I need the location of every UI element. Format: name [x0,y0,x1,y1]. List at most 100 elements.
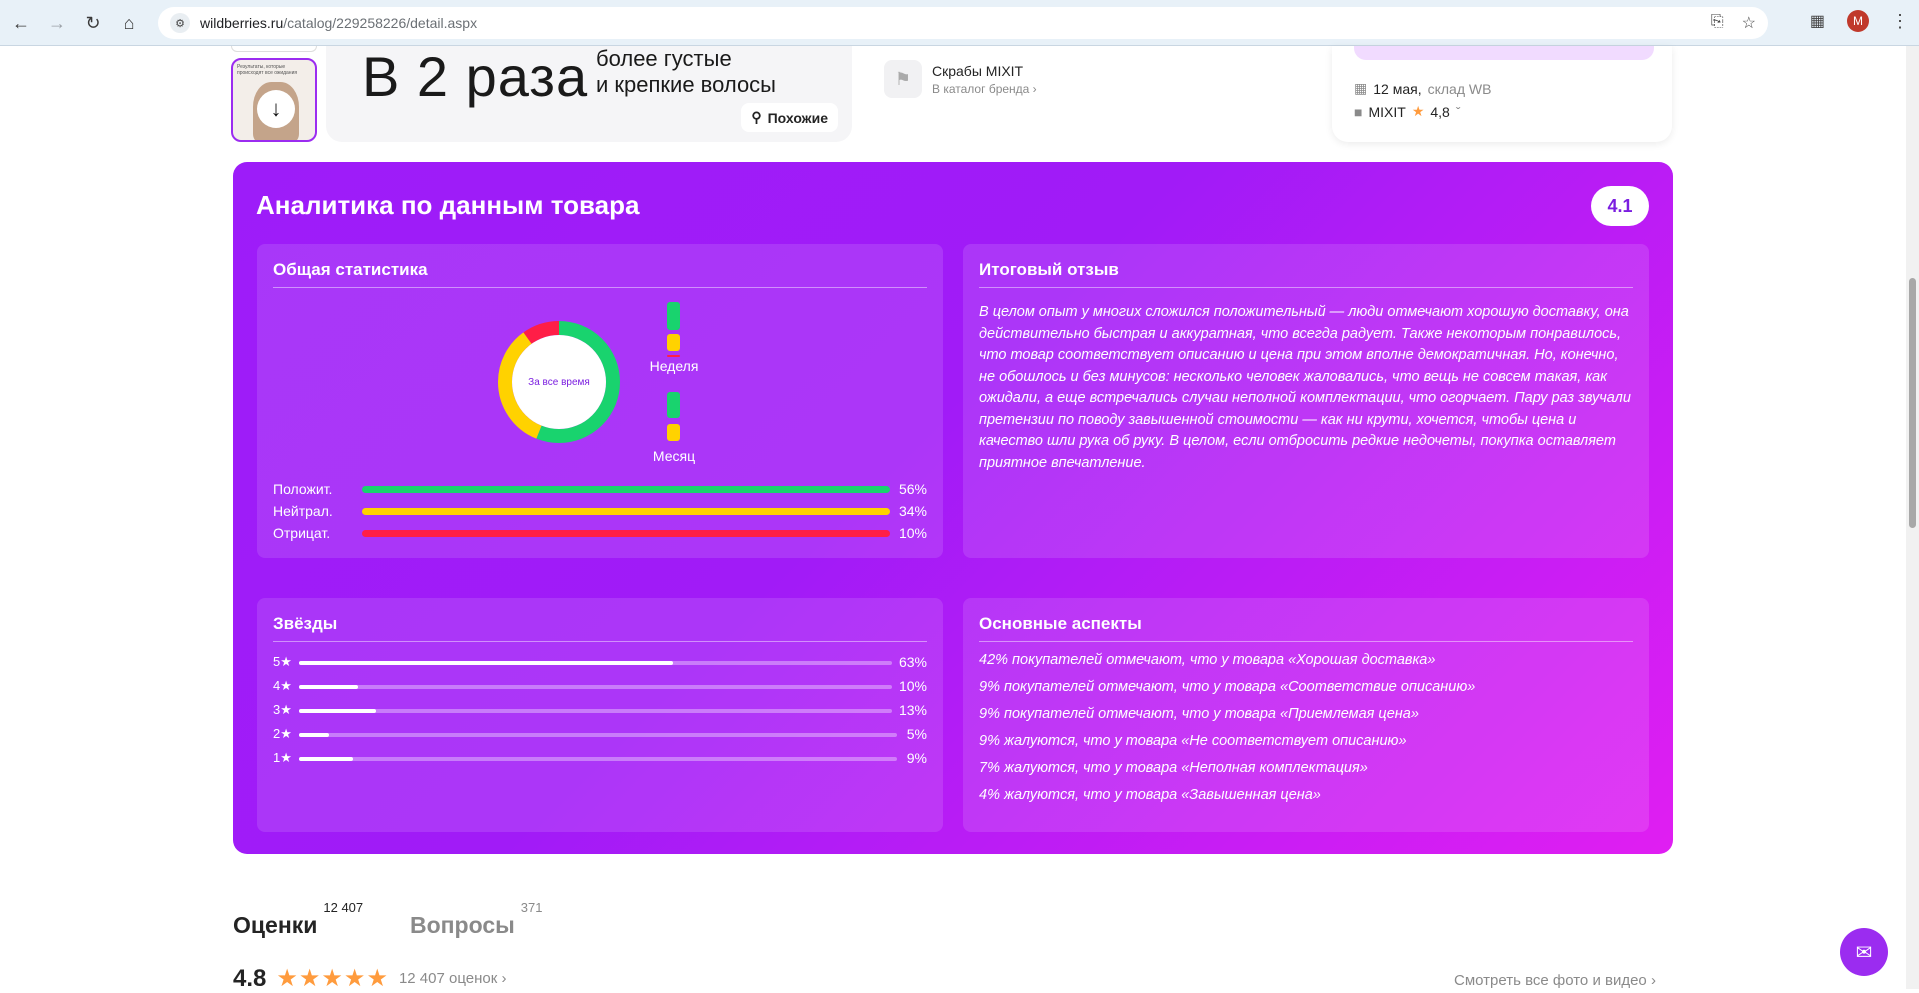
rating-count-link[interactable]: 12 407 оценок › [399,970,507,987]
reload-icon[interactable]: ↻ [80,10,106,36]
tab-ratings[interactable]: Оценки 12 407 [233,900,363,939]
star-bar-fill [299,661,673,665]
site-info-icon[interactable]: ⚙ [170,13,190,33]
similar-label: Похожие [767,109,828,126]
similar-icon: ⚲ [751,109,762,125]
star-label: 2★ [273,726,292,741]
sentiment-percent: 56% [898,481,927,497]
tab-questions-label: Вопросы [410,912,515,938]
see-all-media-link[interactable]: Смотреть все фото и видео › [1454,972,1656,989]
sentiment-label: Положит. [273,481,333,497]
aspect-item: 9% покупателей отмечают, что у товара «С… [979,679,1476,695]
browser-toolbar: ← → ↻ ⌂ ⚙ wildberries.ru/catalog/2292582… [0,0,1919,46]
back-icon[interactable]: ← [8,10,34,36]
seller-name: MIXIT [1368,103,1406,120]
bookmark-star-icon[interactable]: ☆ [1742,13,1756,33]
general-stats-card: Общая статистика За все время Неделя Мес… [257,244,943,558]
star-label: 1★ [273,750,292,765]
home-icon[interactable]: ⌂ [116,10,142,36]
aspect-item: 9% жалуются, что у товара «Не соответств… [979,733,1407,749]
banner-subline-1: более густые [596,46,732,71]
aspect-item: 4% жалуются, что у товара «Завышенная це… [979,787,1321,803]
general-stats-title: Общая статистика [273,260,428,279]
tab-ratings-count: 12 407 [323,900,364,916]
aspect-item: 7% жалуются, что у товара «Неполная комп… [979,760,1368,776]
see-all-label: Смотреть все фото и видео [1454,972,1647,989]
tab-questions[interactable]: Вопросы 371 [410,900,542,939]
tab-questions-count: 371 [520,900,543,916]
star-bar-fill [299,685,359,689]
buy-card: ▦ 12 мая, склад WB ■ MIXIT ★ 4,8 ˇ [1332,46,1672,142]
chevron-down-icon: ˇ [1455,103,1461,120]
aspects-card: Основные аспекты 42% покупателей отмечаю… [963,598,1649,832]
page-scrollbar[interactable] [1906,46,1919,989]
install-app-icon[interactable]: ⎘ [1711,13,1724,33]
menu-kebab-icon[interactable]: ⋮ [1891,11,1909,32]
star-row-5: 5★ 63% [273,654,927,672]
address-bar[interactable]: ⚙ wildberries.ru/catalog/229258226/detai… [158,7,1768,39]
divider [979,641,1633,642]
summary-text: В целом опыт у многих сложился положител… [979,304,1631,471]
sentiment-row-positive: Положит. 56% [273,481,927,499]
scroll-down-arrow-icon[interactable]: ↓ [257,90,295,128]
week-bar-negative [667,355,680,357]
tab-ratings-label: Оценки [233,912,318,938]
star-row-1: 1★ 9% [273,750,927,768]
sentiment-row-neutral: Нейтрал. 34% [273,503,927,521]
stars-title: Звёзды [273,614,338,633]
brand-catalog-link-label: В каталог бренда [932,82,1030,96]
forward-icon[interactable]: → [44,10,70,36]
star-row-4: 4★ 10% [273,678,927,696]
star-percent: 9% [906,750,927,766]
star-bar-track [299,733,897,737]
star-percent: 63% [898,654,927,670]
similar-button[interactable]: ⚲ Похожие [741,103,838,132]
sentiment-label: Отрицат. [273,525,331,541]
sentiment-bar [362,486,890,493]
star-percent: 5% [906,726,927,742]
star-icon: ★ [1411,103,1425,119]
banner-subline: более густые и крепкие волосы [596,46,776,98]
divider [273,287,927,288]
star-bar-track [299,709,892,713]
star-percent: 13% [898,702,927,718]
product-image-banner: В 2 раза более густые и крепкие волосы ⚲… [326,46,852,142]
star-label: 3★ [273,702,292,717]
chat-bubble-icon[interactable]: ✉ [1840,928,1888,976]
delivery-date: 12 мая, [1373,80,1422,97]
week-label: Неделя [649,358,699,374]
star-bar-track [299,757,897,761]
thumbnail-previous[interactable] [231,46,317,52]
star-bar-track [299,685,892,689]
star-row-2: 2★ 5% [273,726,927,744]
url-path: /catalog/229258226/detail.aspx [283,15,478,31]
donut-label: За все время [528,376,590,388]
seller-info[interactable]: ■ MIXIT ★ 4,8 ˇ [1354,103,1461,120]
analytics-title: Аналитика по данным товара [256,190,640,220]
star-percent: 10% [898,678,927,694]
product-thumbnail[interactable]: Результаты, которые происходят все ожида… [231,58,317,142]
buy-card-pill[interactable] [1354,46,1654,60]
delivery-info: ▦ 12 мая, склад WB [1354,80,1491,97]
aspect-item: 42% покупателей отмечают, что у товара «… [979,652,1436,668]
thumbnail-caption: Результаты, которые происходят все ожида… [237,64,298,76]
brand-name[interactable]: Скрабы MIXIT [932,63,1023,79]
sentiment-bar [362,530,890,537]
sentiment-percent: 10% [898,525,927,541]
analytics-score-badge: 4.1 [1591,186,1649,226]
extensions-icon[interactable]: ▦ [1810,11,1825,31]
week-bar-positive [667,302,680,330]
week-bar-neutral [667,334,680,351]
summary-title: Итоговый отзыв [979,260,1119,279]
star-row-3: 3★ 13% [273,702,927,720]
sentiment-label: Нейтрал. [273,503,333,519]
scrollbar-thumb[interactable] [1909,278,1916,528]
star-bar-fill [299,709,377,713]
profile-avatar[interactable]: M [1847,10,1869,32]
rating-count: 12 407 оценок [398,970,498,987]
url-host: wildberries.ru [200,15,284,31]
sentiment-percent: 34% [898,503,927,519]
brand-catalog-link[interactable]: В каталог бренда › [932,82,1037,96]
banner-subline-2: и крепкие волосы [596,72,776,97]
shop-icon: ■ [1354,103,1363,120]
